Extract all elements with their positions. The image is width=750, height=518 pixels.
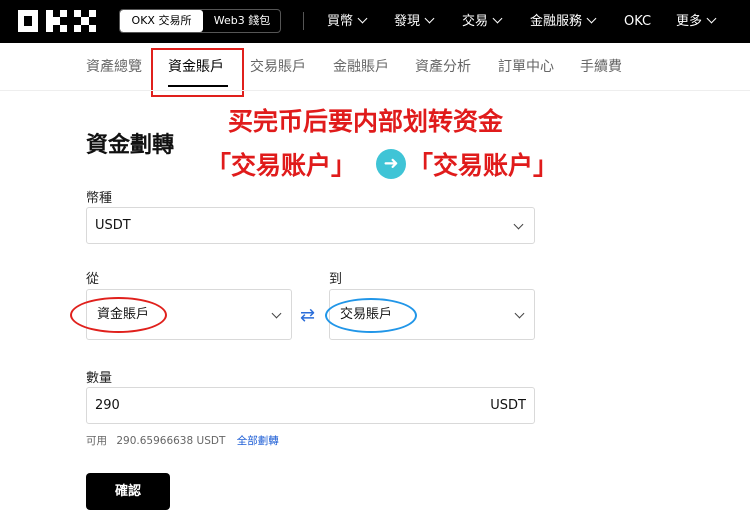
highlight-oval-to — [325, 298, 417, 333]
coin-select-value: USDT — [95, 218, 131, 233]
mode-web3-button[interactable]: Web3 錢包 — [204, 10, 280, 32]
nav-buy-crypto[interactable]: 買幣 — [327, 0, 368, 43]
nav-discover[interactable]: 發現 — [394, 0, 435, 43]
tab-order-center[interactable]: 訂單中心 — [498, 56, 554, 76]
tab-fees[interactable]: 手續費 — [580, 56, 622, 76]
annotation-instruction: 买完币后要内部划转资金 — [228, 107, 504, 136]
amount-input-value: 290 — [95, 398, 120, 413]
nav-divider — [303, 12, 304, 30]
nav-finance[interactable]: 金融服務 — [530, 0, 597, 43]
chevron-down-icon — [513, 219, 524, 230]
nav-label: 發現 — [394, 14, 421, 29]
transfer-all-link[interactable]: 全部劃轉 — [237, 435, 279, 447]
tabs-divider — [0, 90, 750, 91]
annotation-from-account: 「交易账户」 — [206, 151, 357, 180]
from-label: 從 — [86, 272, 100, 287]
nav-label: 交易 — [462, 14, 489, 29]
swap-icon[interactable]: ⇄ — [300, 305, 315, 326]
mode-exchange-button[interactable]: OKX 交易所 — [120, 10, 203, 32]
nav-label: OKC — [624, 14, 652, 29]
available-label: 可用 — [86, 435, 107, 447]
nav-label: 更多 — [676, 14, 703, 29]
nav-label: 金融服務 — [530, 14, 583, 29]
coin-select[interactable]: USDT — [86, 207, 535, 244]
nav-more[interactable]: 更多 — [676, 0, 717, 43]
mode-switch: OKX 交易所 Web3 錢包 — [119, 9, 281, 33]
amount-input[interactable]: 290 USDT — [86, 387, 535, 424]
chevron-down-icon — [586, 13, 597, 24]
tab-finance-account[interactable]: 金融賬戶 — [333, 56, 389, 76]
nav-okc[interactable]: OKC — [624, 0, 651, 43]
amount-unit: USDT — [490, 398, 526, 413]
arrow-glyph: ➜ — [383, 153, 399, 174]
tab-asset-overview[interactable]: 資產總覽 — [86, 56, 142, 76]
nav-trade[interactable]: 交易 — [462, 0, 503, 43]
chevron-down-icon — [706, 13, 717, 24]
coin-label: 幣種 — [86, 191, 113, 206]
chevron-down-icon — [357, 13, 368, 24]
chevron-down-icon — [492, 13, 503, 24]
available-balance: 可用 290.65966638 USDT 全部劃轉 — [86, 433, 279, 448]
chevron-down-icon — [514, 308, 525, 319]
page-title: 資金劃轉 — [86, 133, 175, 158]
confirm-button[interactable]: 確認 — [86, 473, 170, 510]
annotation-to-account: 「交易账户」 — [408, 151, 559, 180]
available-value: 290.65966638 USDT — [116, 435, 226, 447]
okx-logo[interactable] — [18, 10, 96, 32]
arrow-right-icon: ➜ — [376, 149, 406, 179]
top-navigation-bar: OKX 交易所 Web3 錢包 買幣 發現 交易 金融服務 OKC 更多 — [0, 0, 750, 43]
to-label: 到 — [329, 272, 343, 287]
tab-asset-analysis[interactable]: 資產分析 — [415, 56, 471, 76]
tab-trading-account[interactable]: 交易賬戶 — [250, 56, 306, 76]
chevron-down-icon — [271, 308, 282, 319]
highlight-oval-from — [70, 297, 167, 333]
amount-label: 數量 — [86, 371, 113, 386]
nav-label: 買幣 — [327, 14, 354, 29]
chevron-down-icon — [424, 13, 435, 24]
